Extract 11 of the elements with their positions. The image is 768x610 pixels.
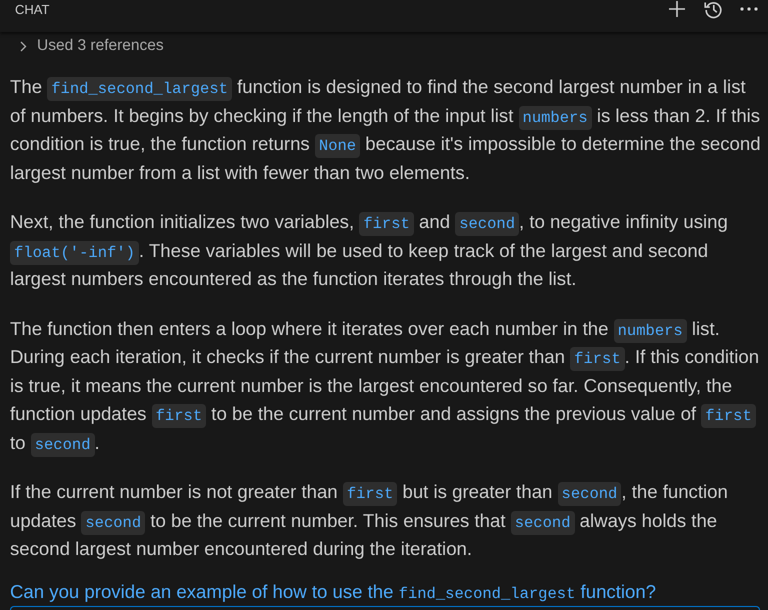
paragraph: The find_second_largest function is designed to find the second largest number in a list of numbers. It begins by checking if the length of the input list numbers is less than 2. If this condition is true, the function returns None because it's impossible to determine the second largest number from a list with fewer than two elements. xyxy=(10,75,762,185)
panel-title: CHAT xyxy=(15,2,50,17)
plus-icon[interactable] xyxy=(668,0,686,18)
paragraph: The function then enters a loop where it iterates over each number in the numbers list. During each iteration, it checks if the current number is greater than first . If this condition is true, it means the current number is the largest encountered so far. Consequently, the function updates first to be the current number and assigns the previous value of first to second . xyxy=(10,314,762,457)
paragraph: Next, the function initializes two variables, first and second , to negative infinity using float('-inf') . These variables will be used to keep track of the largest and second largest numbers encountered as the function iterates through the list. xyxy=(10,210,729,291)
followup-question[interactable]: Can you provide an example of how to use the find_second_largest function? xyxy=(10,578,656,606)
history-icon[interactable] xyxy=(704,0,722,18)
chat-input-field[interactable] xyxy=(10,606,760,610)
more-icon[interactable] xyxy=(740,7,758,11)
references-toggle[interactable]: Used 3 references xyxy=(18,35,166,57)
paragraph: If the current number is not greater than first but is greater than second , the function updates second to be the current number. This ensures that second always holds the second largest number encountered during the iteration. xyxy=(10,480,729,561)
